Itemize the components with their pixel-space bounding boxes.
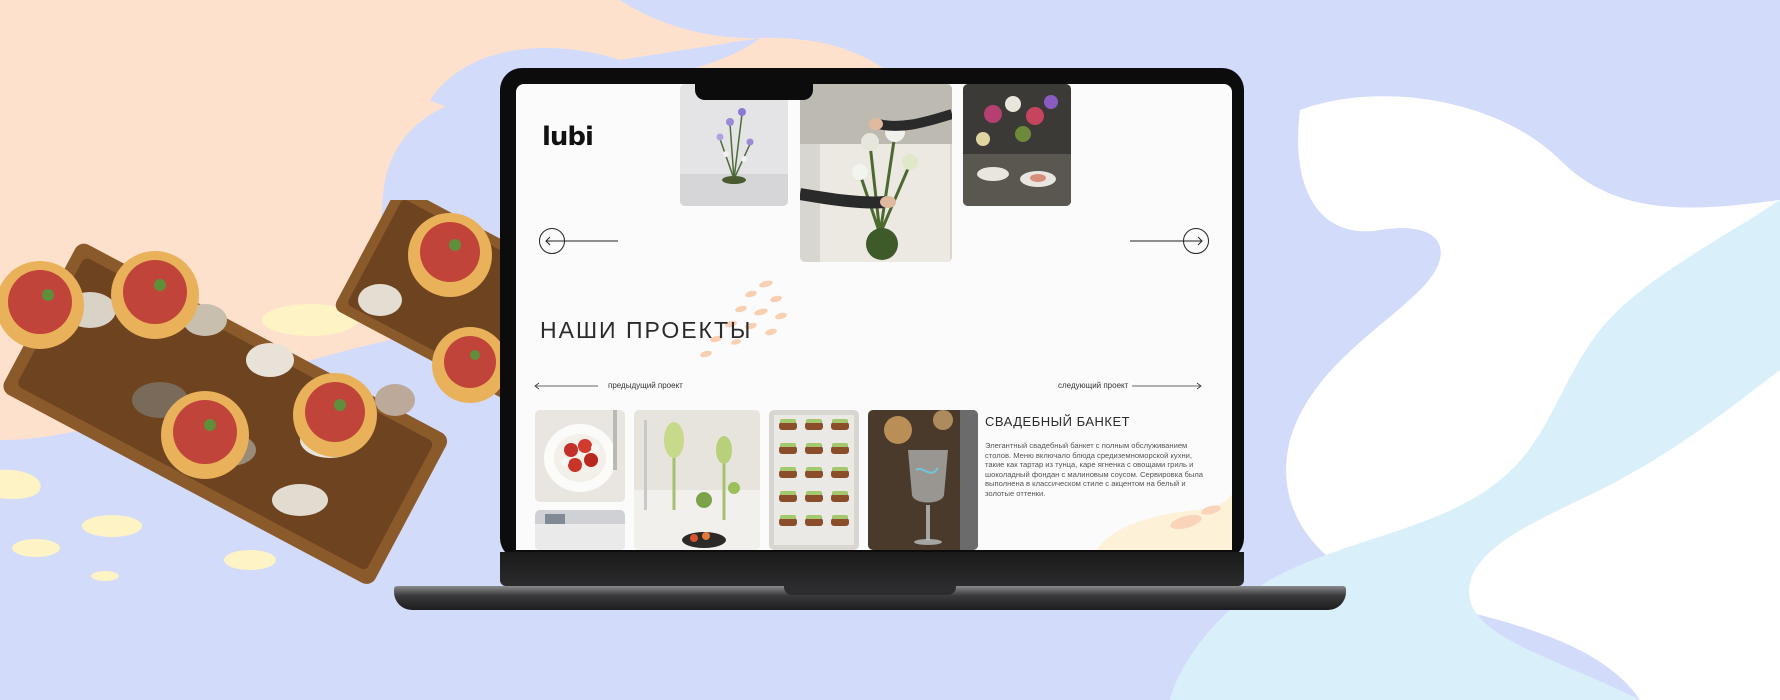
project-photo-canapes[interactable] [769, 410, 859, 550]
gallery-photo-florist-hands[interactable] [800, 84, 952, 262]
project-title: СВАДЕБНЫЙ БАНКЕТ [985, 414, 1131, 429]
site-logo[interactable]: lubi [542, 122, 594, 152]
next-project-link[interactable]: следующий проект [1058, 381, 1128, 390]
project-photo-table-setting[interactable] [634, 410, 760, 550]
project-photo-dessert-plate[interactable] [535, 410, 625, 502]
laptop-hinge [500, 552, 1244, 586]
next-project-arrow-icon[interactable] [1132, 381, 1202, 391]
laptop-notch [695, 82, 813, 100]
carousel-next-arrow-icon[interactable] [1130, 227, 1210, 255]
project-description: Элегантный свадебный банкет с полным обс… [985, 441, 1204, 498]
laptop-base-lip [784, 586, 956, 595]
carousel-prev-arrow-icon[interactable] [538, 227, 618, 255]
website-screen: lubi НАШИ ПРОЕКТЫ предыдущий проект след… [516, 84, 1232, 550]
section-title: НАШИ ПРОЕКТЫ [540, 317, 753, 343]
project-photo-wine-glass[interactable] [868, 410, 978, 550]
gallery-photo-flower-arrangement[interactable] [680, 84, 788, 206]
prev-project-arrow-icon[interactable] [534, 381, 598, 391]
prev-project-link[interactable]: предыдущий проект [608, 381, 683, 390]
gallery-photo-table-decor[interactable] [963, 84, 1071, 206]
project-photo-small[interactable] [535, 510, 625, 550]
